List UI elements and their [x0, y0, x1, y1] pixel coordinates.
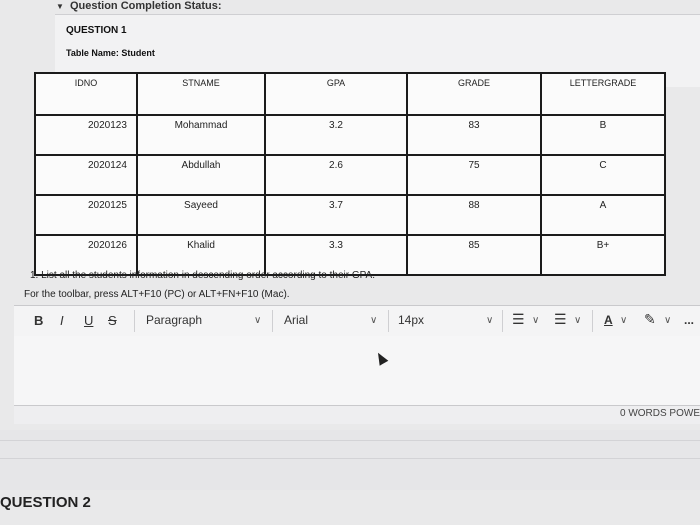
- toolbar-divider: [592, 310, 593, 332]
- font-label: Arial: [284, 313, 309, 327]
- paragraph-label: Paragraph: [146, 313, 203, 327]
- bulleted-list-icon[interactable]: ☰: [512, 311, 525, 328]
- student-table: IDNO STNAME GPA GRADE LETTERGRADE 202012…: [34, 72, 666, 276]
- font-size-select[interactable]: 14px: [398, 313, 424, 327]
- table-row: 2020125 Sayeed 3.7 88 A: [34, 194, 666, 236]
- cell-gpa: 2.6: [264, 154, 408, 196]
- toolbar-divider: [502, 310, 503, 332]
- bold-button[interactable]: B: [34, 313, 43, 328]
- question-prompt: 1. List all the students information in …: [30, 270, 376, 281]
- chevron-down-icon[interactable]: ∨: [574, 315, 581, 326]
- table-row: 2020123 Mohammad 3.2 83 B: [34, 114, 666, 156]
- cell-lettergrade: A: [540, 194, 666, 236]
- chevron-down-icon[interactable]: ∨: [370, 315, 377, 326]
- word-count: 0 WORDS POWE: [619, 408, 700, 419]
- cell-gpa: 3.7: [264, 194, 408, 236]
- font-size-label: 14px: [398, 313, 425, 327]
- paragraph-select[interactable]: Paragraph: [146, 313, 202, 327]
- cell-grade: 88: [406, 194, 542, 236]
- cell-stname: Mohammad: [136, 114, 266, 156]
- divider: [0, 440, 700, 441]
- editor-toolbar: B I U S Paragraph ∨ Arial ∨ 14px ∨ ☰ ∨ ☰…: [14, 305, 700, 337]
- chevron-down-icon[interactable]: ∨: [254, 315, 261, 326]
- cell-gpa: 3.3: [264, 234, 408, 276]
- cell-grade: 83: [406, 114, 542, 156]
- toolbar-divider: [134, 310, 135, 332]
- chevron-down-icon: ▼: [56, 2, 64, 11]
- italic-button[interactable]: I: [60, 313, 64, 328]
- underline-button[interactable]: U: [84, 313, 93, 328]
- cell-idno: 2020123: [34, 114, 138, 156]
- strikethrough-button[interactable]: S: [108, 313, 117, 328]
- toolbar-divider: [272, 310, 273, 332]
- chevron-down-icon[interactable]: ∨: [664, 315, 671, 326]
- header-lettergrade: LETTERGRADE: [540, 72, 666, 116]
- answer-editor[interactable]: [14, 336, 700, 406]
- chevron-down-icon[interactable]: ∨: [486, 315, 493, 326]
- cell-idno: 2020126: [34, 234, 138, 276]
- cell-grade: 85: [406, 234, 542, 276]
- cell-lettergrade: B: [540, 114, 666, 156]
- cell-lettergrade: C: [540, 154, 666, 196]
- question-completion-status[interactable]: ▼ Question Completion Status:: [56, 0, 222, 12]
- status-label: Question Completion Status:: [69, 0, 222, 12]
- cell-idno: 2020125: [34, 194, 138, 236]
- editor-statusbar: 0 WORDS POWE: [14, 405, 700, 424]
- cell-stname: Abdullah: [136, 154, 266, 196]
- cell-lettergrade: B+: [540, 234, 666, 276]
- cell-idno: 2020124: [34, 154, 138, 196]
- more-options-button[interactable]: ...: [684, 313, 694, 327]
- table-row: 2020124 Abdullah 2.6 75 C: [34, 154, 666, 196]
- table-row: 2020126 Khalid 3.3 85 B+: [34, 234, 666, 276]
- highlight-pen-icon[interactable]: ✎: [644, 311, 656, 328]
- chevron-down-icon[interactable]: ∨: [620, 315, 627, 326]
- numbered-list-icon[interactable]: ☰: [554, 311, 567, 328]
- divider: [0, 458, 700, 459]
- cell-stname: Sayeed: [136, 194, 266, 236]
- header-grade: GRADE: [406, 72, 542, 116]
- cell-stname: Khalid: [136, 234, 266, 276]
- question-title: QUESTION 1: [66, 25, 127, 36]
- page-background: [0, 430, 700, 490]
- chevron-down-icon[interactable]: ∨: [532, 315, 539, 326]
- next-question-title: QUESTION 2: [0, 494, 91, 511]
- toolbar-hint: For the toolbar, press ALT+F10 (PC) or A…: [24, 289, 290, 300]
- cell-gpa: 3.2: [264, 114, 408, 156]
- header-gpa: GPA: [264, 72, 408, 116]
- text-color-icon[interactable]: A: [604, 313, 613, 327]
- toolbar-divider: [388, 310, 389, 332]
- table-header-row: IDNO STNAME GPA GRADE LETTERGRADE: [34, 72, 666, 116]
- cell-grade: 75: [406, 154, 542, 196]
- table-name: Table Name: Student: [66, 48, 155, 58]
- header-stname: STNAME: [136, 72, 266, 116]
- header-idno: IDNO: [34, 72, 138, 116]
- font-select[interactable]: Arial: [284, 313, 308, 327]
